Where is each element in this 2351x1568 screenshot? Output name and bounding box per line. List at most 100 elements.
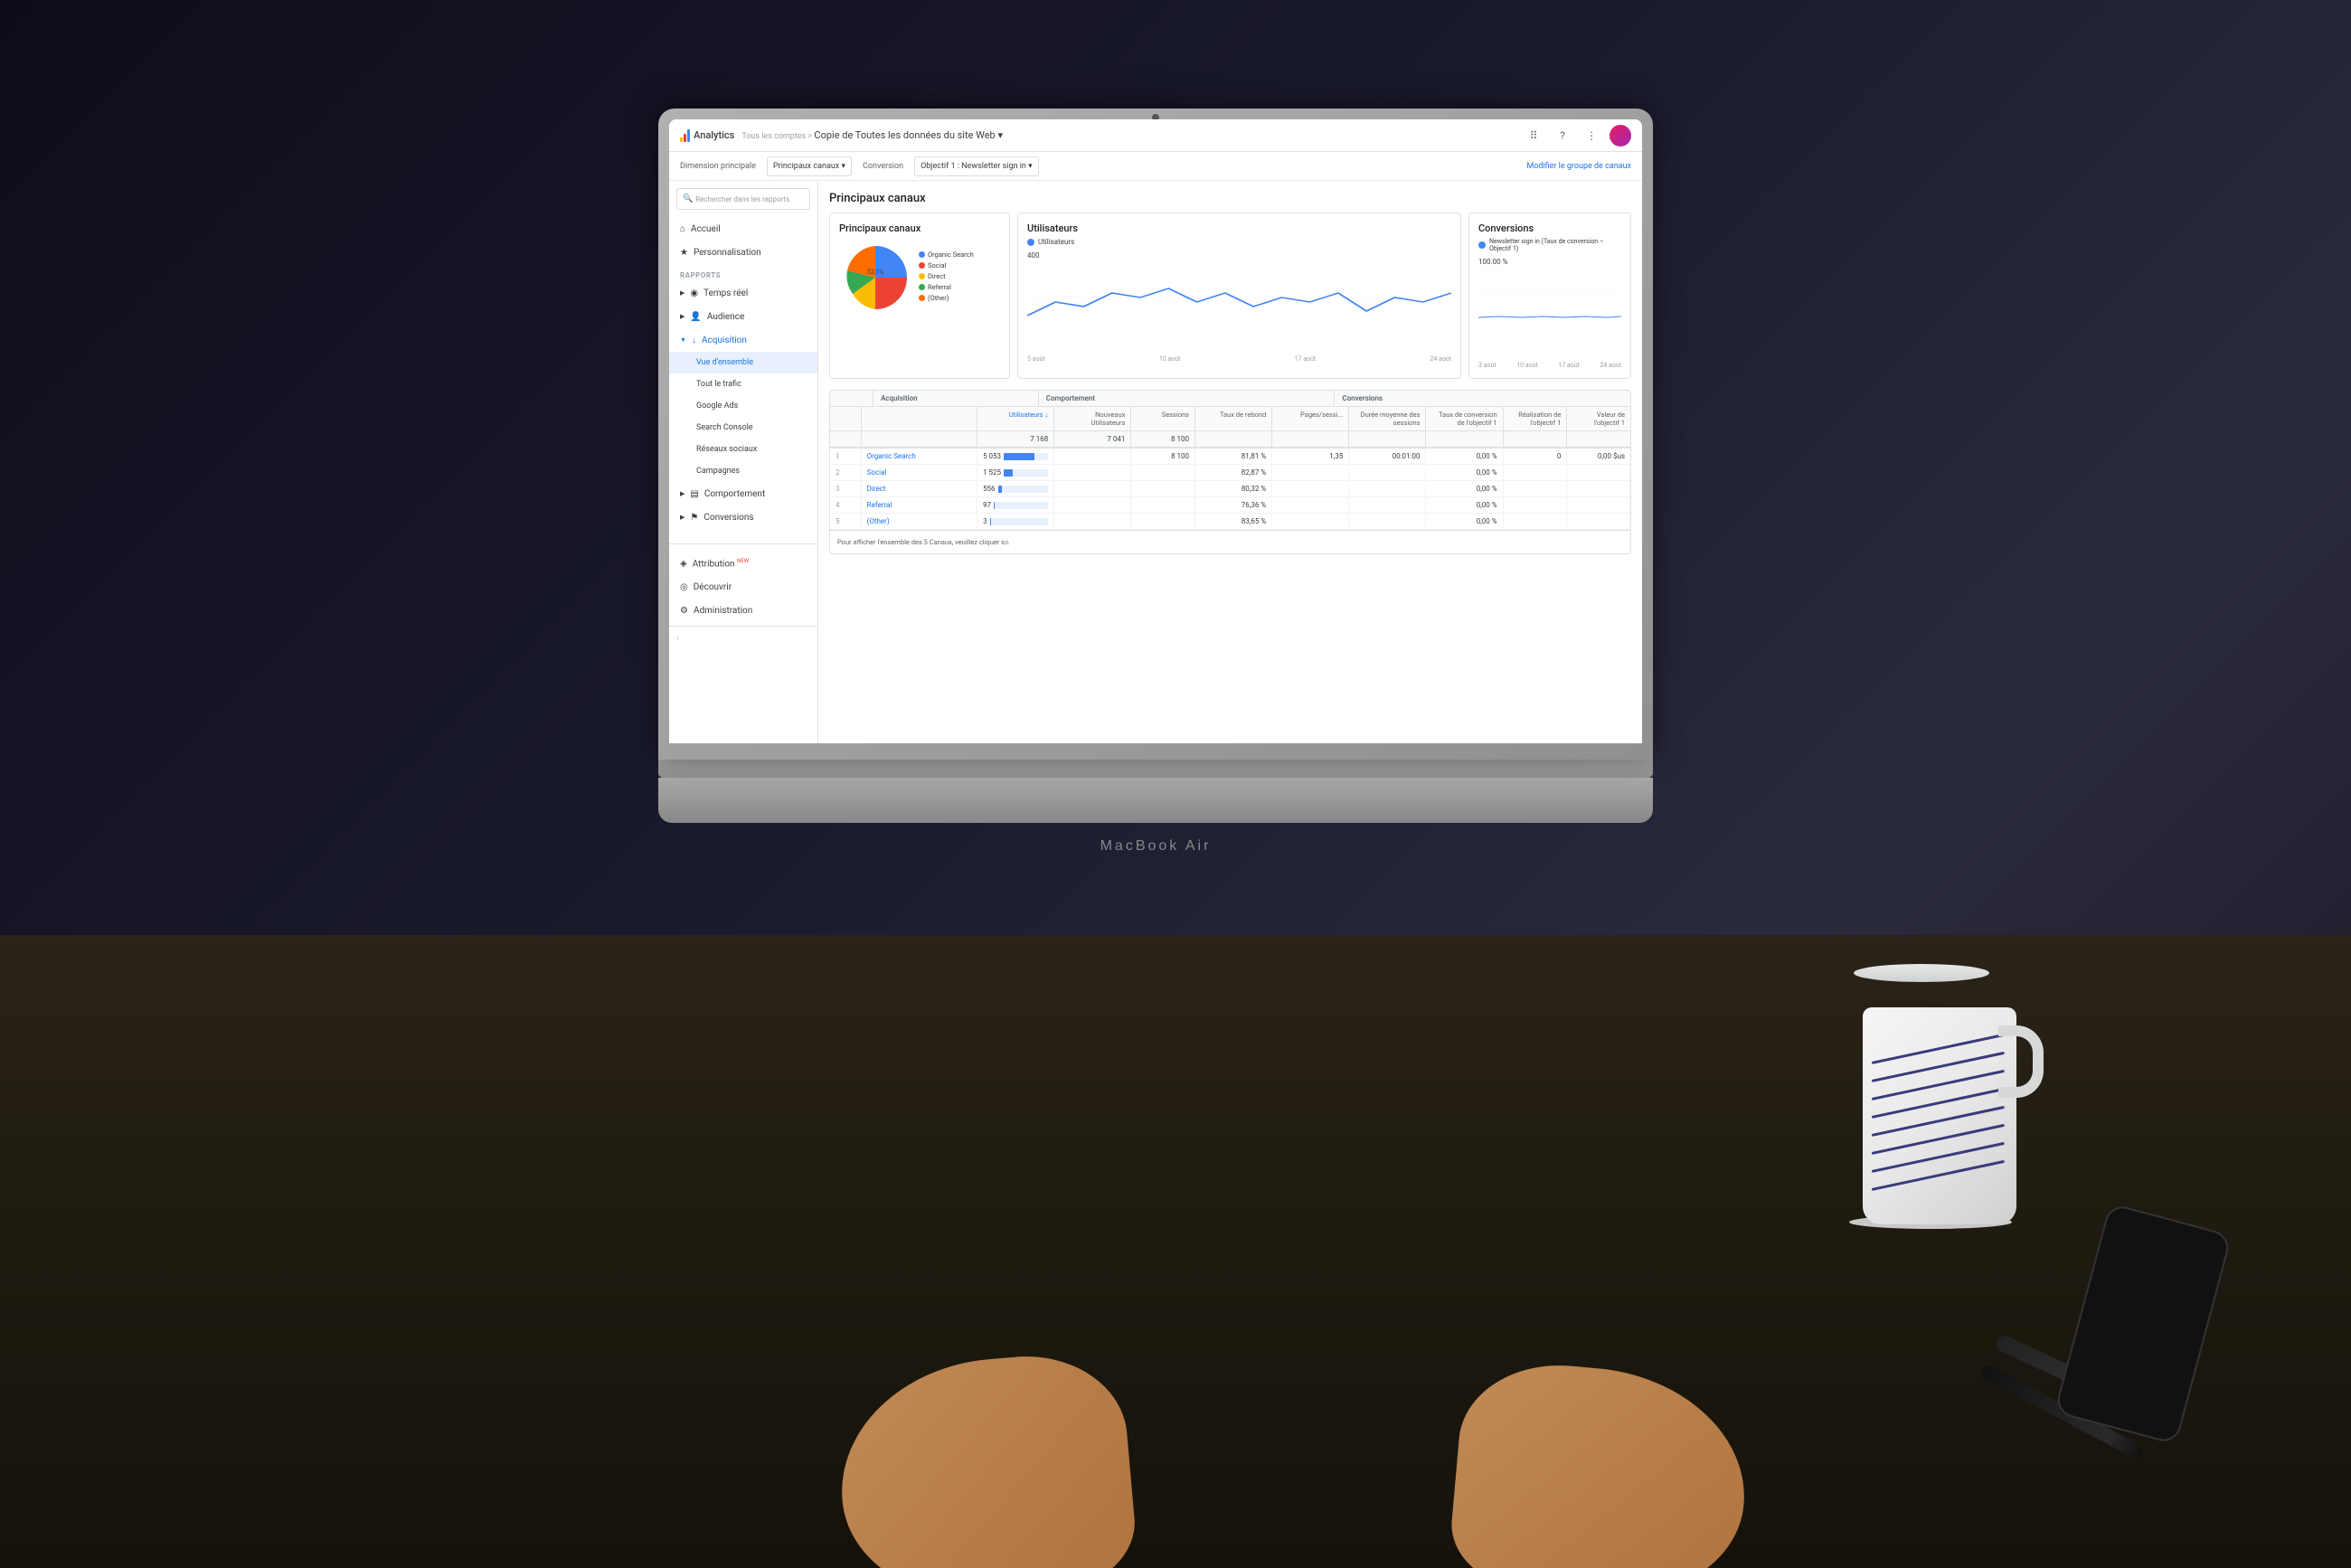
conv-chart-svg: [1478, 268, 1621, 322]
pie-chart-section: Principaux canaux: [829, 213, 1010, 379]
table-section-headers: Acquisition Comportement Conversions: [830, 391, 1630, 407]
laptop-screen-frame: Analytics Tous les comptes > Copie de To…: [658, 109, 1653, 760]
chevron-left-icon: ‹: [676, 634, 678, 642]
conversions-icon: ⚑: [690, 513, 698, 523]
conv-legend-label: Newsletter sign in (Taux de conversion –…: [1489, 238, 1603, 252]
sidebar: 🔍 Rechercher dans les rapports ⌂ Accueil…: [669, 181, 818, 743]
users-chart-svg: [1027, 261, 1451, 334]
sidebar-item-conversions[interactable]: ▶ ⚑ Conversions: [669, 505, 817, 529]
pie-chart-svg: 53,1%: [839, 241, 911, 314]
apps-grid-button[interactable]: ⠿: [1523, 125, 1544, 146]
users-chart-title: Utilisateurs: [1027, 222, 1451, 234]
pages-session-header[interactable]: Pages/sessi...: [1272, 407, 1349, 430]
sidebar-subitem-vue-ensemble[interactable]: Vue d'ensemble: [669, 352, 817, 373]
conversions-chart-title: Conversions: [1478, 222, 1621, 234]
conversion-dropdown[interactable]: Objectif 1 : Newsletter sign in ▾: [914, 156, 1039, 176]
organic-dot: [919, 251, 925, 258]
sidebar-item-personnalisation[interactable]: ★ Personnalisation: [669, 241, 817, 264]
sidebar-item-decouvrir[interactable]: ◎ Découvrir: [669, 575, 817, 599]
acquisition-expand-icon: ▼: [680, 336, 686, 344]
table-row: 4 Referral 97 76,36 %: [830, 497, 1630, 514]
edit-channel-group-link[interactable]: Modifier le groupe de canaux: [1526, 162, 1631, 171]
more-options-button[interactable]: ⋮: [1581, 125, 1602, 146]
pie-legend-social: Social: [919, 261, 974, 269]
channel-name[interactable]: (Other): [862, 514, 977, 529]
pie-segment-social: [875, 278, 907, 309]
main-area: 🔍 Rechercher dans les rapports ⌂ Accueil…: [669, 181, 1642, 743]
pie-chart-container: 53,1% Organic Search: [839, 241, 1000, 314]
users-bar-cell: 5 053: [977, 449, 1054, 464]
users-axis-labels: 5 août 10 août 17 août 24 août: [1027, 355, 1451, 363]
attribution-icon: ◈: [680, 559, 687, 569]
search-input[interactable]: 🔍 Rechercher dans les rapports: [676, 188, 810, 210]
sidebar-item-home[interactable]: ⌂ Accueil: [669, 217, 817, 241]
sidebar-item-audience[interactable]: ▶ 👤 Audience: [669, 305, 817, 328]
collapse-sidebar-button[interactable]: ‹: [676, 634, 810, 642]
conversion-label: Conversion: [863, 162, 903, 171]
bounce-rate-header[interactable]: Taux de rebond: [1195, 407, 1272, 430]
conv-line-chart: [1478, 268, 1621, 358]
users-chart-section: Utilisateurs Utilisateurs 400: [1017, 213, 1461, 379]
google-analytics-ui: Analytics Tous les comptes > Copie de To…: [669, 119, 1642, 743]
conv-rate-header[interactable]: Taux de conversion de l'objectif 1: [1426, 407, 1503, 430]
analytics-label: Analytics: [694, 129, 734, 141]
discover-icon: ◎: [680, 582, 688, 592]
value-header[interactable]: Valeur de l'objectif 1: [1567, 407, 1630, 430]
page-title-topbar: Copie de Toutes les données du site Web …: [814, 129, 1003, 141]
content-area: Principaux canaux Principaux canaux: [818, 181, 1642, 743]
users-chart-legend: Utilisateurs: [1027, 238, 1451, 246]
sidebar-subitem-search-console[interactable]: Search Console: [669, 417, 817, 439]
channel-name[interactable]: Social: [862, 465, 977, 480]
topbar: Analytics Tous les comptes > Copie de To…: [669, 119, 1642, 152]
pie-legend-other: (Other): [919, 294, 974, 302]
pie-legend: Organic Search Social Dire: [919, 250, 974, 305]
completions-header[interactable]: Réalisation de l'objectif 1: [1504, 407, 1568, 430]
sidebar-item-attribution[interactable]: ◈ Attribution NEW: [669, 552, 817, 575]
sidebar-subitem-campagnes[interactable]: Campagnes: [669, 460, 817, 482]
audience-expand-icon: ▶: [680, 313, 685, 320]
sidebar-subitem-google-ads[interactable]: Google Ads: [669, 395, 817, 417]
sessions-header[interactable]: Sessions: [1131, 407, 1195, 430]
sidebar-item-administration[interactable]: ⚙ Administration: [669, 599, 817, 622]
table-footer-note: Pour afficher l'ensemble des 5 Canaux, v…: [830, 530, 1630, 553]
conv-legend-dot: [1478, 241, 1486, 249]
search-box: 🔍 Rechercher dans les rapports: [669, 181, 817, 217]
channel-name[interactable]: Organic Search: [862, 449, 977, 464]
table-col-headers: Utilisateurs ↓ Nouveaux Utilisateurs Ses…: [830, 407, 1630, 431]
other-dot: [919, 295, 925, 301]
dimension-dropdown[interactable]: Principaux canaux ▾: [767, 156, 852, 176]
new-users-header[interactable]: Nouveaux Utilisateurs: [1054, 407, 1131, 430]
laptop-base: MacBook Air: [658, 760, 1653, 778]
analytics-logo: Analytics: [680, 129, 734, 142]
total-users: 7 168: [977, 431, 1054, 447]
table-row: 3 Direct 556 80,32 %: [830, 481, 1630, 497]
users-legend-label: Utilisateurs: [1038, 238, 1074, 246]
pie-center-label: 53,1%: [867, 269, 883, 276]
sidebar-item-comportement[interactable]: ▶ ▤ Comportement: [669, 482, 817, 505]
pie-legend-organic: Organic Search: [919, 250, 974, 259]
sidebar-item-realtime[interactable]: ▶ ◉ Temps réel: [669, 281, 817, 305]
table-row: 1 Organic Search 5 053 8 100: [830, 449, 1630, 465]
referral-dot: [919, 284, 925, 290]
help-button[interactable]: ?: [1552, 125, 1573, 146]
sidebar-item-acquisition[interactable]: ▼ ↓ Acquisition: [669, 328, 817, 352]
acquisition-icon: ↓: [692, 335, 696, 345]
conv-axis-labels: 3 août 10 août 17 août 24 août: [1478, 362, 1621, 369]
right-hand-area: [1402, 1315, 1763, 1568]
reports-section-label: RAPPORTS: [669, 264, 817, 281]
channel-name[interactable]: Referral: [862, 497, 977, 513]
table-row: 2 Social 1 525 82,87 %: [830, 465, 1630, 481]
duration-header[interactable]: Durée moyenne des sessions: [1349, 407, 1426, 430]
topbar-right: ⠿ ? ⋮: [1523, 125, 1631, 146]
user-avatar[interactable]: [1610, 125, 1631, 146]
conversions-expand-icon: ▶: [680, 514, 685, 521]
sidebar-subitem-reseaux-sociaux[interactable]: Réseaux sociaux: [669, 439, 817, 460]
sidebar-subitem-tout-trafic[interactable]: Tout le trafic: [669, 373, 817, 395]
channel-name[interactable]: Direct: [862, 481, 977, 496]
table-totals-row: 7 168 7 041 8 100: [830, 431, 1630, 449]
realtime-expand-icon: ▶: [680, 289, 685, 297]
dimension-label: Dimension principale: [680, 162, 756, 171]
users-header[interactable]: Utilisateurs ↓: [977, 407, 1054, 430]
realtime-icon: ◉: [690, 288, 698, 298]
left-hand-area: [823, 1297, 1185, 1568]
